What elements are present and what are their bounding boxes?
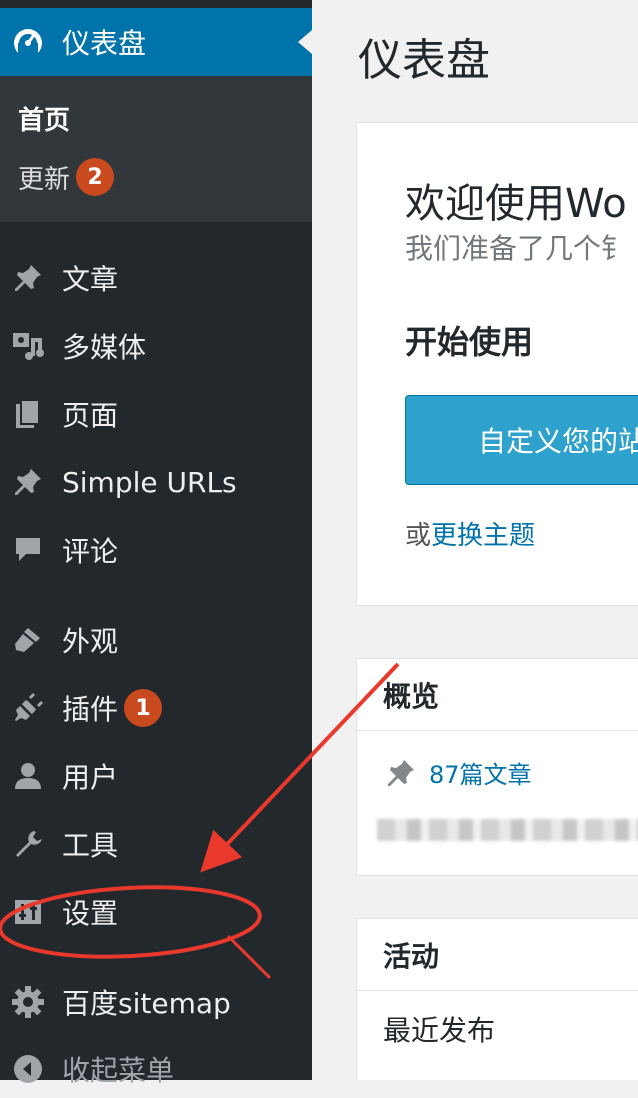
at-a-glance-panel: 概览 87篇文章 (356, 658, 638, 876)
get-started-heading: 开始使用 (405, 323, 534, 361)
gear-icon (10, 984, 46, 1020)
submenu-item-home[interactable]: 首页 (18, 100, 70, 137)
sidebar-item-label: 用户 (62, 761, 119, 794)
sidebar-item-simple-urls[interactable]: Simple URLs (0, 453, 312, 511)
plugins-count-badge: 1 (124, 689, 163, 727)
sidebar-item-comments[interactable]: 评论 (0, 521, 312, 579)
sidebar-item-label: 收起菜单 (62, 1054, 175, 1087)
comment-icon (10, 532, 46, 568)
updates-count-badge: 2 (76, 158, 115, 196)
sidebar-item-dashboard[interactable]: 仪表盘 (0, 8, 312, 76)
submenu-item-updates[interactable]: 更新 2 (18, 158, 115, 196)
sidebar-item-baidu-sitemap[interactable]: 百度sitemap (0, 973, 312, 1031)
user-icon (10, 758, 46, 794)
blurred-text (377, 819, 638, 841)
pushpin-icon (385, 757, 417, 789)
page-title: 仪表盘 (358, 35, 490, 86)
panel-title: 活动 (357, 919, 638, 991)
main-content: 仪表盘 欢迎使用Wo 我们准备了几个钅 开始使用 自定义您的站 或更换主题 概览… (312, 0, 638, 1080)
sidebar-item-label: 仪表盘 (62, 27, 147, 60)
sidebar-item-label: 外观 (62, 625, 119, 658)
media-icon (10, 328, 46, 364)
sidebar-item-appearance[interactable]: 外观 (0, 611, 312, 669)
sidebar-item-label: 百度sitemap (62, 987, 231, 1020)
activity-panel: 活动 最近发布 (356, 918, 638, 1080)
welcome-subtitle: 我们准备了几个钅 (405, 232, 630, 265)
sidebar-item-label: Simple URLs (62, 465, 237, 499)
sidebar-item-posts[interactable]: 文章 (0, 249, 312, 307)
plugin-icon (10, 690, 46, 726)
welcome-panel: 欢迎使用Wo 我们准备了几个钅 开始使用 自定义您的站 或更换主题 (356, 122, 638, 606)
sidebar-item-media[interactable]: 多媒体 (0, 317, 312, 375)
sidebar-item-label: 设置 (62, 897, 119, 930)
sidebar-item-label: 评论 (62, 535, 119, 568)
welcome-title: 欢迎使用Wo (405, 181, 627, 227)
admin-sidebar: 仪表盘 首页 更新 2 文章 多媒体 页面 Simple URLs 评论 外观 … (0, 0, 312, 1087)
posts-count-label: 87篇文章 (429, 761, 532, 789)
sidebar-item-users[interactable]: 用户 (0, 747, 312, 805)
or-text: 或 (405, 521, 432, 551)
paintbrush-icon (10, 622, 46, 658)
collapse-menu-button[interactable]: 收起菜单 (0, 1040, 312, 1098)
dashboard-icon (10, 24, 46, 60)
dashboard-submenu (0, 76, 312, 222)
sidebar-item-label: 插件 (62, 693, 119, 726)
pages-icon (10, 396, 46, 432)
posts-count-link[interactable]: 87篇文章 (385, 755, 532, 790)
sidebar-item-settings[interactable]: 设置 (0, 883, 312, 941)
active-indicator (298, 30, 312, 54)
pushpin-icon (10, 464, 46, 500)
pushpin-icon (10, 260, 46, 296)
sidebar-item-label: 工具 (62, 829, 119, 862)
sidebar-item-label: 文章 (62, 263, 119, 296)
wrench-icon (10, 826, 46, 862)
sidebar-item-tools[interactable]: 工具 (0, 815, 312, 873)
collapse-icon (10, 1051, 46, 1087)
change-theme-line: 或更换主题 (405, 515, 535, 552)
settings-icon (10, 894, 46, 930)
sidebar-item-pages[interactable]: 页面 (0, 385, 312, 443)
sidebar-item-plugins[interactable]: 插件 1 (0, 679, 312, 737)
submenu-item-label: 更新 (18, 164, 71, 195)
panel-title: 概览 (357, 659, 638, 731)
sidebar-item-label: 多媒体 (62, 331, 147, 364)
recently-published-heading: 最近发布 (383, 1014, 496, 1047)
sidebar-item-label: 页面 (62, 399, 119, 432)
customize-site-button[interactable]: 自定义您的站 (405, 395, 638, 485)
change-theme-link[interactable]: 更换主题 (431, 521, 535, 551)
